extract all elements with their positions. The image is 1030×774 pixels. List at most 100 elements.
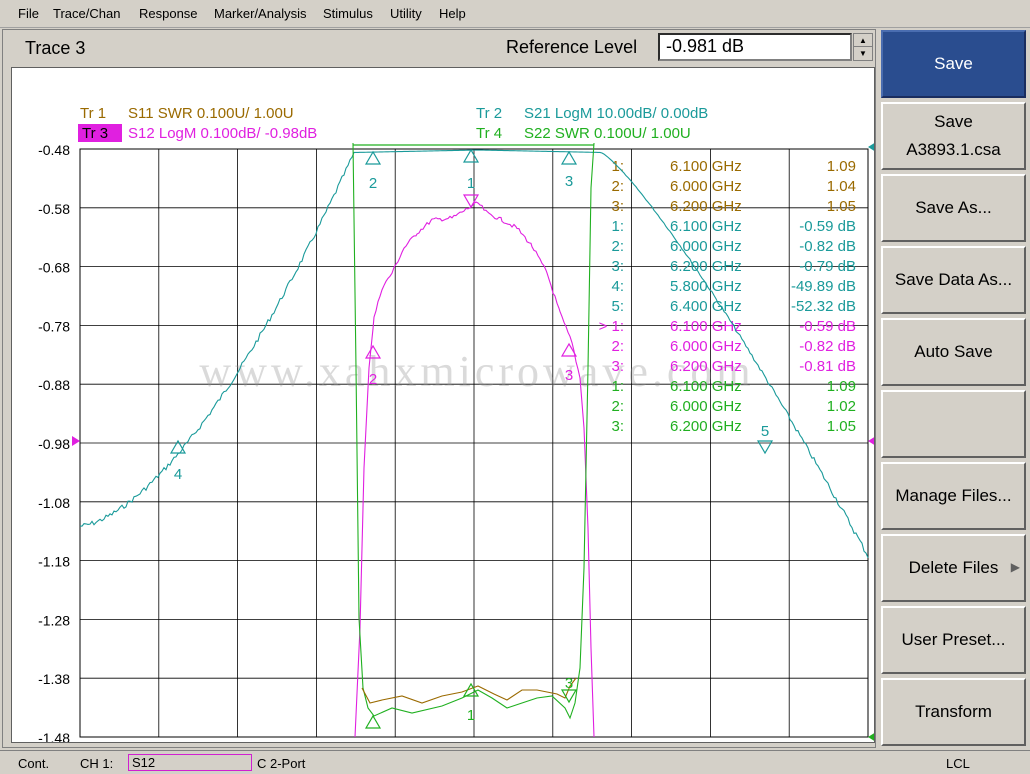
reference-level-input[interactable]: -0.981 dB xyxy=(658,33,852,61)
softkey-9[interactable]: User Preset... xyxy=(881,606,1026,674)
marker-flag-label: 1 xyxy=(467,707,475,724)
marker-num: 5: xyxy=(611,298,624,315)
softkey-4[interactable]: Save Data As... xyxy=(881,246,1026,314)
ref-right-arrow-icon xyxy=(868,437,874,445)
softkey-label: Auto Save xyxy=(914,342,993,361)
marker-num: 3: xyxy=(611,418,624,435)
marker-2-icon xyxy=(364,150,382,165)
marker-freq: 6.400 GHz xyxy=(670,298,742,315)
marker-num: > 1: xyxy=(599,318,624,335)
marker-freq: 6.100 GHz xyxy=(670,378,742,395)
marker-flag-label: 2 xyxy=(369,371,377,388)
marker-flag-label: 3 xyxy=(565,367,573,384)
trace-id: Tr 4 xyxy=(476,125,502,142)
marker-value: 1.05 xyxy=(827,198,856,215)
softkey-label: Transform xyxy=(915,702,992,721)
softkey-label: Save xyxy=(934,112,973,131)
marker-3-icon xyxy=(560,150,578,165)
channel-label: CH 1: xyxy=(80,756,114,771)
softkey-8[interactable]: Delete Files ▶ xyxy=(881,534,1026,602)
marker-flag-label: 3 xyxy=(565,173,573,190)
softkey-1[interactable]: Save xyxy=(881,30,1026,98)
softkey-7[interactable]: Manage Files... xyxy=(881,462,1026,530)
y-tick-label: -0.68 xyxy=(38,260,70,276)
marker-value: -0.82 dB xyxy=(799,338,856,355)
marker-freq: 6.100 GHz xyxy=(670,218,742,235)
marker-value: -0.82 dB xyxy=(799,238,856,255)
softkey-label: Save As... xyxy=(915,198,992,217)
tr4-ref-arrow-icon xyxy=(868,733,874,741)
marker-freq: 6.100 GHz xyxy=(670,318,742,335)
spin-up-icon[interactable]: ▲ xyxy=(854,34,872,47)
softkey-10[interactable]: Transform xyxy=(881,678,1026,746)
sweep-mode: Cont. xyxy=(18,756,50,771)
reference-level-label: Reference Level xyxy=(506,37,638,57)
menu-trace-chan[interactable]: Trace/Chan xyxy=(53,6,120,21)
trace-id: Tr 2 xyxy=(476,105,502,122)
lcl-status: LCL xyxy=(946,756,970,771)
trace-label: S22 SWR 0.100U/ 1.00U xyxy=(524,125,691,142)
marker-value: -0.79 dB xyxy=(799,258,856,275)
marker-num: 4: xyxy=(611,278,624,295)
y-tick-label: -0.78 xyxy=(38,318,70,334)
y-tick-label: -0.88 xyxy=(38,377,70,393)
menu-file[interactable]: File xyxy=(18,6,39,21)
main-panel: Trace 3 Reference Level -0.981 dB ▲ ▼ -0… xyxy=(2,29,876,748)
trace-label: S21 LogM 10.00dB/ 0.00dB xyxy=(524,105,708,122)
marker-value: 1.09 xyxy=(827,378,856,395)
menu-utility[interactable]: Utility xyxy=(390,6,422,21)
marker-value: -49.89 dB xyxy=(791,278,856,295)
tr2-ref-arrow-icon xyxy=(868,143,874,151)
marker-num: 2: xyxy=(611,338,624,355)
marker-value: -0.81 dB xyxy=(799,358,856,375)
chart-svg: -0.48 -0.58 -0.68 -0.78 -0.88 -0.98 -1.08 -1.18… xyxy=(38,105,874,742)
menu-marker-analysis[interactable]: Marker/Analysis xyxy=(214,6,306,21)
marker-num: 3: xyxy=(611,358,624,375)
menu-stimulus[interactable]: Stimulus xyxy=(323,6,373,21)
menu-help[interactable]: Help xyxy=(439,6,466,21)
marker-flag-label: 1 xyxy=(467,175,475,192)
softkey-2[interactable]: Save A3893.1.csa xyxy=(881,102,1026,170)
softkey-label: Save xyxy=(934,54,973,73)
cal-status: C 2-Port xyxy=(257,756,306,771)
marker-value: 1.05 xyxy=(827,418,856,435)
marker-2-icon xyxy=(364,714,382,729)
softkey-label: Save Data As... xyxy=(894,270,1013,289)
submenu-arrow-icon: ▶ xyxy=(1010,560,1020,574)
marker-freq: 6.000 GHz xyxy=(670,178,742,195)
softkey-5[interactable]: Auto Save xyxy=(881,318,1026,386)
trace-s12 xyxy=(354,201,595,738)
softkey-sublabel: A3893.1.csa xyxy=(906,140,1001,159)
marker-value: 1.02 xyxy=(827,398,856,415)
softkey-label: Manage Files... xyxy=(895,486,1012,505)
y-tick-label: -1.48 xyxy=(38,730,70,742)
active-marker-1-icon xyxy=(462,194,480,209)
trace-label: S11 SWR 0.100U/ 1.00U xyxy=(128,105,294,122)
y-tick-label: -1.38 xyxy=(38,671,70,687)
marker-freq: 6.200 GHz xyxy=(670,198,742,215)
trace-id: Tr 1 xyxy=(80,105,106,122)
marker-num: 1: xyxy=(611,218,624,235)
menu-response[interactable]: Response xyxy=(139,6,198,21)
marker-freq: 6.000 GHz xyxy=(670,398,742,415)
marker-num: 3: xyxy=(611,198,624,215)
softkey-panel: Save Save A3893.1.csa Save As... Save Data A… xyxy=(879,29,1028,748)
marker-flag-label: 3 xyxy=(565,675,573,692)
marker-freq: 5.800 GHz xyxy=(670,278,742,295)
y-tick-label: -1.08 xyxy=(38,495,70,511)
softkey-label: Delete Files xyxy=(908,558,999,577)
trace-title: Trace 3 xyxy=(25,38,86,58)
spin-down-icon[interactable]: ▼ xyxy=(854,47,872,60)
marker-value: -52.32 dB xyxy=(791,298,856,315)
y-tick-label: -1.18 xyxy=(38,554,70,570)
trace-label: S12 LogM 0.100dB/ -0.98dB xyxy=(128,125,317,142)
active-parameter[interactable]: S12 xyxy=(128,754,252,771)
y-tick-label: -0.48 xyxy=(38,142,70,158)
softkey-3[interactable]: Save As... xyxy=(881,174,1026,242)
reference-level-spinner[interactable]: ▲ ▼ xyxy=(853,33,873,61)
marker-flag-label: 4 xyxy=(174,466,182,483)
y-tick-label: -1.28 xyxy=(38,612,70,628)
marker-num: 2: xyxy=(611,398,624,415)
marker-freq: 6.200 GHz xyxy=(670,258,742,275)
softkey-6[interactable] xyxy=(881,390,1026,458)
